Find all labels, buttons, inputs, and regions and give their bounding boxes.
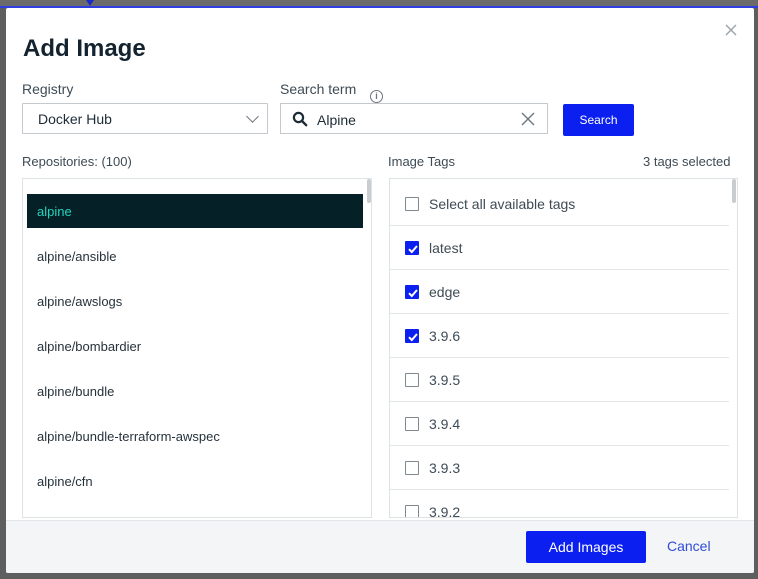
select-all-checkbox[interactable] <box>405 197 419 211</box>
search-input[interactable]: Alpine <box>280 103 548 134</box>
tag-checkbox[interactable] <box>405 417 419 431</box>
image-tags-label: Image Tags <box>388 154 455 169</box>
tags-selected-count: 3 tags selected <box>643 154 731 169</box>
info-icon[interactable]: i <box>370 90 383 103</box>
tag-label: edge <box>429 284 461 300</box>
search-button[interactable]: Search <box>563 104 634 136</box>
clear-search-icon[interactable] <box>520 111 536 127</box>
tag-row[interactable]: latest <box>390 226 729 270</box>
tag-label: 3.9.6 <box>429 328 461 344</box>
tag-checkbox[interactable] <box>405 373 419 387</box>
repository-item[interactable]: alpine/bundle-terraform-awspec <box>27 419 363 453</box>
add-image-dialog: Add Image Registry Docker Hub Search ter… <box>6 8 754 573</box>
repository-item[interactable]: alpine/awslogs <box>27 284 363 318</box>
image-tags-list: Select all available tags latest edge 3.9.… <box>389 178 738 518</box>
tag-checkbox-checked[interactable] <box>405 241 419 255</box>
search-input-value: Alpine <box>317 112 356 128</box>
tag-checkbox-checked[interactable] <box>405 285 419 299</box>
tag-checkbox[interactable] <box>405 505 419 517</box>
repositories-list: alpine alpine/ansible alpine/awslogs alp… <box>22 178 372 518</box>
tag-label: 3.9.3 <box>429 460 461 476</box>
tag-label: 3.9.2 <box>429 504 461 518</box>
tag-row[interactable]: 3.9.6 <box>390 314 729 358</box>
checkmark-icon <box>408 289 418 298</box>
dialog-footer: Add Images Cancel <box>6 520 754 573</box>
close-icon[interactable] <box>722 22 740 40</box>
tag-row[interactable]: edge <box>390 270 729 314</box>
tags-scrollbar[interactable] <box>732 179 736 203</box>
tag-label: 3.9.5 <box>429 372 461 388</box>
repository-item[interactable]: alpine/ansible <box>27 239 363 273</box>
dialog-title: Add Image <box>23 35 146 62</box>
search-icon <box>292 111 308 127</box>
tag-checkbox-checked[interactable] <box>405 329 419 343</box>
repository-item[interactable]: alpine/bombardier <box>27 329 363 363</box>
tag-row[interactable]: 3.9.5 <box>390 358 729 402</box>
repository-item[interactable]: alpine/cfn <box>27 464 363 498</box>
tag-checkbox[interactable] <box>405 461 419 475</box>
background-marker-icon <box>86 0 94 6</box>
repository-item[interactable]: alpine/bundle <box>27 374 363 408</box>
repositories-scrollbar[interactable] <box>367 179 371 203</box>
repositories-label: Repositories: (100) <box>22 154 132 169</box>
checkmark-icon <box>408 333 418 342</box>
cancel-button[interactable]: Cancel <box>667 538 711 554</box>
tag-row[interactable]: 3.9.2 <box>390 490 729 518</box>
checkmark-icon <box>408 245 418 254</box>
select-all-tags-row[interactable]: Select all available tags <box>390 182 729 226</box>
tag-row[interactable]: 3.9.4 <box>390 402 729 446</box>
add-images-button[interactable]: Add Images <box>526 531 646 563</box>
tag-label: latest <box>429 240 463 256</box>
registry-select[interactable]: Docker Hub <box>22 103 268 134</box>
chevron-down-icon <box>246 110 259 123</box>
search-term-label: Search term <box>280 81 357 97</box>
select-all-label: Select all available tags <box>429 196 576 212</box>
registry-selected-value: Docker Hub <box>38 111 112 127</box>
tag-label: 3.9.4 <box>429 416 461 432</box>
tag-row[interactable]: 3.9.3 <box>390 446 729 490</box>
registry-label: Registry <box>22 81 74 97</box>
repository-item[interactable]: alpine <box>27 194 363 228</box>
